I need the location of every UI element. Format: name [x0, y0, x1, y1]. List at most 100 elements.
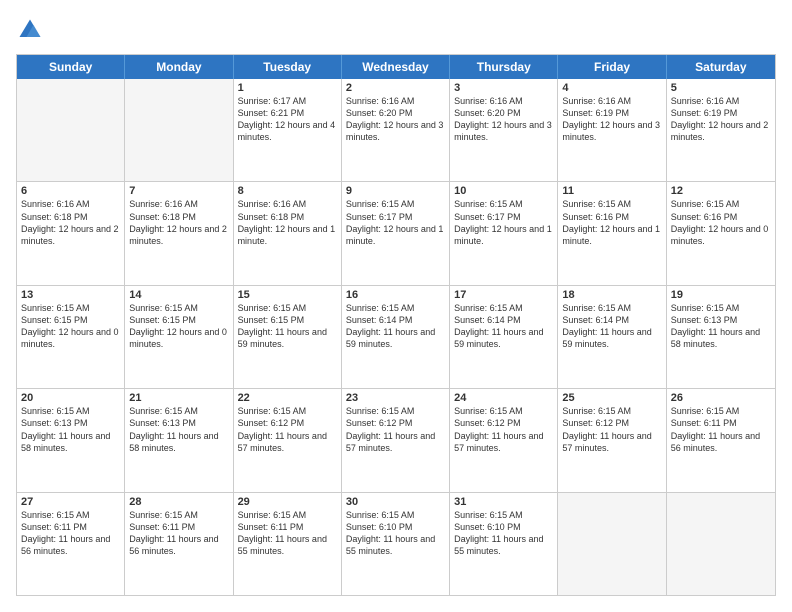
calendar-day-5: 5Sunrise: 6:16 AM Sunset: 6:19 PM Daylig… — [667, 79, 775, 181]
day-info: Sunrise: 6:15 AM Sunset: 6:15 PM Dayligh… — [129, 302, 228, 351]
day-number: 26 — [671, 392, 771, 404]
calendar-day-19: 19Sunrise: 6:15 AM Sunset: 6:13 PM Dayli… — [667, 286, 775, 388]
day-number: 27 — [21, 496, 120, 508]
calendar-day-23: 23Sunrise: 6:15 AM Sunset: 6:12 PM Dayli… — [342, 389, 450, 491]
day-info: Sunrise: 6:15 AM Sunset: 6:11 PM Dayligh… — [671, 405, 771, 454]
day-header-thursday: Thursday — [450, 55, 558, 79]
day-info: Sunrise: 6:15 AM Sunset: 6:12 PM Dayligh… — [346, 405, 445, 454]
calendar-day-3: 3Sunrise: 6:16 AM Sunset: 6:20 PM Daylig… — [450, 79, 558, 181]
day-info: Sunrise: 6:15 AM Sunset: 6:11 PM Dayligh… — [21, 509, 120, 558]
day-header-monday: Monday — [125, 55, 233, 79]
calendar-row-3: 13Sunrise: 6:15 AM Sunset: 6:15 PM Dayli… — [17, 285, 775, 388]
calendar-day-14: 14Sunrise: 6:15 AM Sunset: 6:15 PM Dayli… — [125, 286, 233, 388]
calendar-day-8: 8Sunrise: 6:16 AM Sunset: 6:18 PM Daylig… — [234, 182, 342, 284]
day-info: Sunrise: 6:15 AM Sunset: 6:15 PM Dayligh… — [21, 302, 120, 351]
calendar-day-26: 26Sunrise: 6:15 AM Sunset: 6:11 PM Dayli… — [667, 389, 775, 491]
day-number: 29 — [238, 496, 337, 508]
logo-icon — [16, 16, 44, 44]
calendar-day-31: 31Sunrise: 6:15 AM Sunset: 6:10 PM Dayli… — [450, 493, 558, 595]
day-info: Sunrise: 6:15 AM Sunset: 6:14 PM Dayligh… — [454, 302, 553, 351]
day-number: 25 — [562, 392, 661, 404]
day-header-wednesday: Wednesday — [342, 55, 450, 79]
day-number: 20 — [21, 392, 120, 404]
calendar-day-24: 24Sunrise: 6:15 AM Sunset: 6:12 PM Dayli… — [450, 389, 558, 491]
calendar-day-27: 27Sunrise: 6:15 AM Sunset: 6:11 PM Dayli… — [17, 493, 125, 595]
day-info: Sunrise: 6:15 AM Sunset: 6:10 PM Dayligh… — [346, 509, 445, 558]
calendar-day-6: 6Sunrise: 6:16 AM Sunset: 6:18 PM Daylig… — [17, 182, 125, 284]
day-info: Sunrise: 6:15 AM Sunset: 6:10 PM Dayligh… — [454, 509, 553, 558]
day-number: 21 — [129, 392, 228, 404]
calendar-day-12: 12Sunrise: 6:15 AM Sunset: 6:16 PM Dayli… — [667, 182, 775, 284]
day-number: 8 — [238, 185, 337, 197]
day-info: Sunrise: 6:15 AM Sunset: 6:11 PM Dayligh… — [129, 509, 228, 558]
day-number: 24 — [454, 392, 553, 404]
day-info: Sunrise: 6:15 AM Sunset: 6:12 PM Dayligh… — [238, 405, 337, 454]
calendar-day-2: 2Sunrise: 6:16 AM Sunset: 6:20 PM Daylig… — [342, 79, 450, 181]
day-number: 6 — [21, 185, 120, 197]
day-number: 2 — [346, 82, 445, 94]
calendar-row-4: 20Sunrise: 6:15 AM Sunset: 6:13 PM Dayli… — [17, 388, 775, 491]
day-number: 22 — [238, 392, 337, 404]
day-info: Sunrise: 6:15 AM Sunset: 6:15 PM Dayligh… — [238, 302, 337, 351]
day-info: Sunrise: 6:15 AM Sunset: 6:13 PM Dayligh… — [129, 405, 228, 454]
header — [16, 16, 776, 44]
day-info: Sunrise: 6:16 AM Sunset: 6:18 PM Dayligh… — [21, 198, 120, 247]
calendar-day-15: 15Sunrise: 6:15 AM Sunset: 6:15 PM Dayli… — [234, 286, 342, 388]
page: SundayMondayTuesdayWednesdayThursdayFrid… — [0, 0, 792, 612]
day-header-sunday: Sunday — [17, 55, 125, 79]
calendar-row-5: 27Sunrise: 6:15 AM Sunset: 6:11 PM Dayli… — [17, 492, 775, 595]
day-info: Sunrise: 6:15 AM Sunset: 6:14 PM Dayligh… — [562, 302, 661, 351]
calendar: SundayMondayTuesdayWednesdayThursdayFrid… — [16, 54, 776, 596]
calendar-day-10: 10Sunrise: 6:15 AM Sunset: 6:17 PM Dayli… — [450, 182, 558, 284]
calendar-day-13: 13Sunrise: 6:15 AM Sunset: 6:15 PM Dayli… — [17, 286, 125, 388]
day-number: 10 — [454, 185, 553, 197]
day-number: 9 — [346, 185, 445, 197]
calendar-day-25: 25Sunrise: 6:15 AM Sunset: 6:12 PM Dayli… — [558, 389, 666, 491]
day-number: 4 — [562, 82, 661, 94]
day-number: 12 — [671, 185, 771, 197]
day-header-friday: Friday — [558, 55, 666, 79]
day-info: Sunrise: 6:15 AM Sunset: 6:16 PM Dayligh… — [562, 198, 661, 247]
calendar-day-28: 28Sunrise: 6:15 AM Sunset: 6:11 PM Dayli… — [125, 493, 233, 595]
day-info: Sunrise: 6:15 AM Sunset: 6:13 PM Dayligh… — [21, 405, 120, 454]
day-info: Sunrise: 6:15 AM Sunset: 6:13 PM Dayligh… — [671, 302, 771, 351]
calendar-day-7: 7Sunrise: 6:16 AM Sunset: 6:18 PM Daylig… — [125, 182, 233, 284]
day-number: 18 — [562, 289, 661, 301]
day-number: 14 — [129, 289, 228, 301]
calendar-day-17: 17Sunrise: 6:15 AM Sunset: 6:14 PM Dayli… — [450, 286, 558, 388]
day-number: 15 — [238, 289, 337, 301]
day-number: 1 — [238, 82, 337, 94]
calendar-row-1: 1Sunrise: 6:17 AM Sunset: 6:21 PM Daylig… — [17, 79, 775, 181]
day-info: Sunrise: 6:15 AM Sunset: 6:11 PM Dayligh… — [238, 509, 337, 558]
day-number: 19 — [671, 289, 771, 301]
day-info: Sunrise: 6:16 AM Sunset: 6:18 PM Dayligh… — [129, 198, 228, 247]
day-header-tuesday: Tuesday — [234, 55, 342, 79]
calendar-header: SundayMondayTuesdayWednesdayThursdayFrid… — [17, 55, 775, 79]
day-number: 28 — [129, 496, 228, 508]
calendar-day-9: 9Sunrise: 6:15 AM Sunset: 6:17 PM Daylig… — [342, 182, 450, 284]
calendar-empty — [558, 493, 666, 595]
day-info: Sunrise: 6:16 AM Sunset: 6:19 PM Dayligh… — [671, 95, 771, 144]
calendar-day-16: 16Sunrise: 6:15 AM Sunset: 6:14 PM Dayli… — [342, 286, 450, 388]
day-info: Sunrise: 6:15 AM Sunset: 6:16 PM Dayligh… — [671, 198, 771, 247]
day-info: Sunrise: 6:15 AM Sunset: 6:17 PM Dayligh… — [346, 198, 445, 247]
day-info: Sunrise: 6:16 AM Sunset: 6:19 PM Dayligh… — [562, 95, 661, 144]
calendar-day-22: 22Sunrise: 6:15 AM Sunset: 6:12 PM Dayli… — [234, 389, 342, 491]
day-info: Sunrise: 6:15 AM Sunset: 6:14 PM Dayligh… — [346, 302, 445, 351]
calendar-day-18: 18Sunrise: 6:15 AM Sunset: 6:14 PM Dayli… — [558, 286, 666, 388]
calendar-day-4: 4Sunrise: 6:16 AM Sunset: 6:19 PM Daylig… — [558, 79, 666, 181]
calendar-day-29: 29Sunrise: 6:15 AM Sunset: 6:11 PM Dayli… — [234, 493, 342, 595]
calendar-body: 1Sunrise: 6:17 AM Sunset: 6:21 PM Daylig… — [17, 79, 775, 595]
calendar-empty — [667, 493, 775, 595]
calendar-day-21: 21Sunrise: 6:15 AM Sunset: 6:13 PM Dayli… — [125, 389, 233, 491]
day-number: 23 — [346, 392, 445, 404]
day-number: 17 — [454, 289, 553, 301]
day-info: Sunrise: 6:16 AM Sunset: 6:20 PM Dayligh… — [454, 95, 553, 144]
day-info: Sunrise: 6:16 AM Sunset: 6:20 PM Dayligh… — [346, 95, 445, 144]
calendar-day-1: 1Sunrise: 6:17 AM Sunset: 6:21 PM Daylig… — [234, 79, 342, 181]
logo — [16, 16, 48, 44]
day-info: Sunrise: 6:15 AM Sunset: 6:12 PM Dayligh… — [562, 405, 661, 454]
day-info: Sunrise: 6:16 AM Sunset: 6:18 PM Dayligh… — [238, 198, 337, 247]
calendar-day-11: 11Sunrise: 6:15 AM Sunset: 6:16 PM Dayli… — [558, 182, 666, 284]
day-header-saturday: Saturday — [667, 55, 775, 79]
